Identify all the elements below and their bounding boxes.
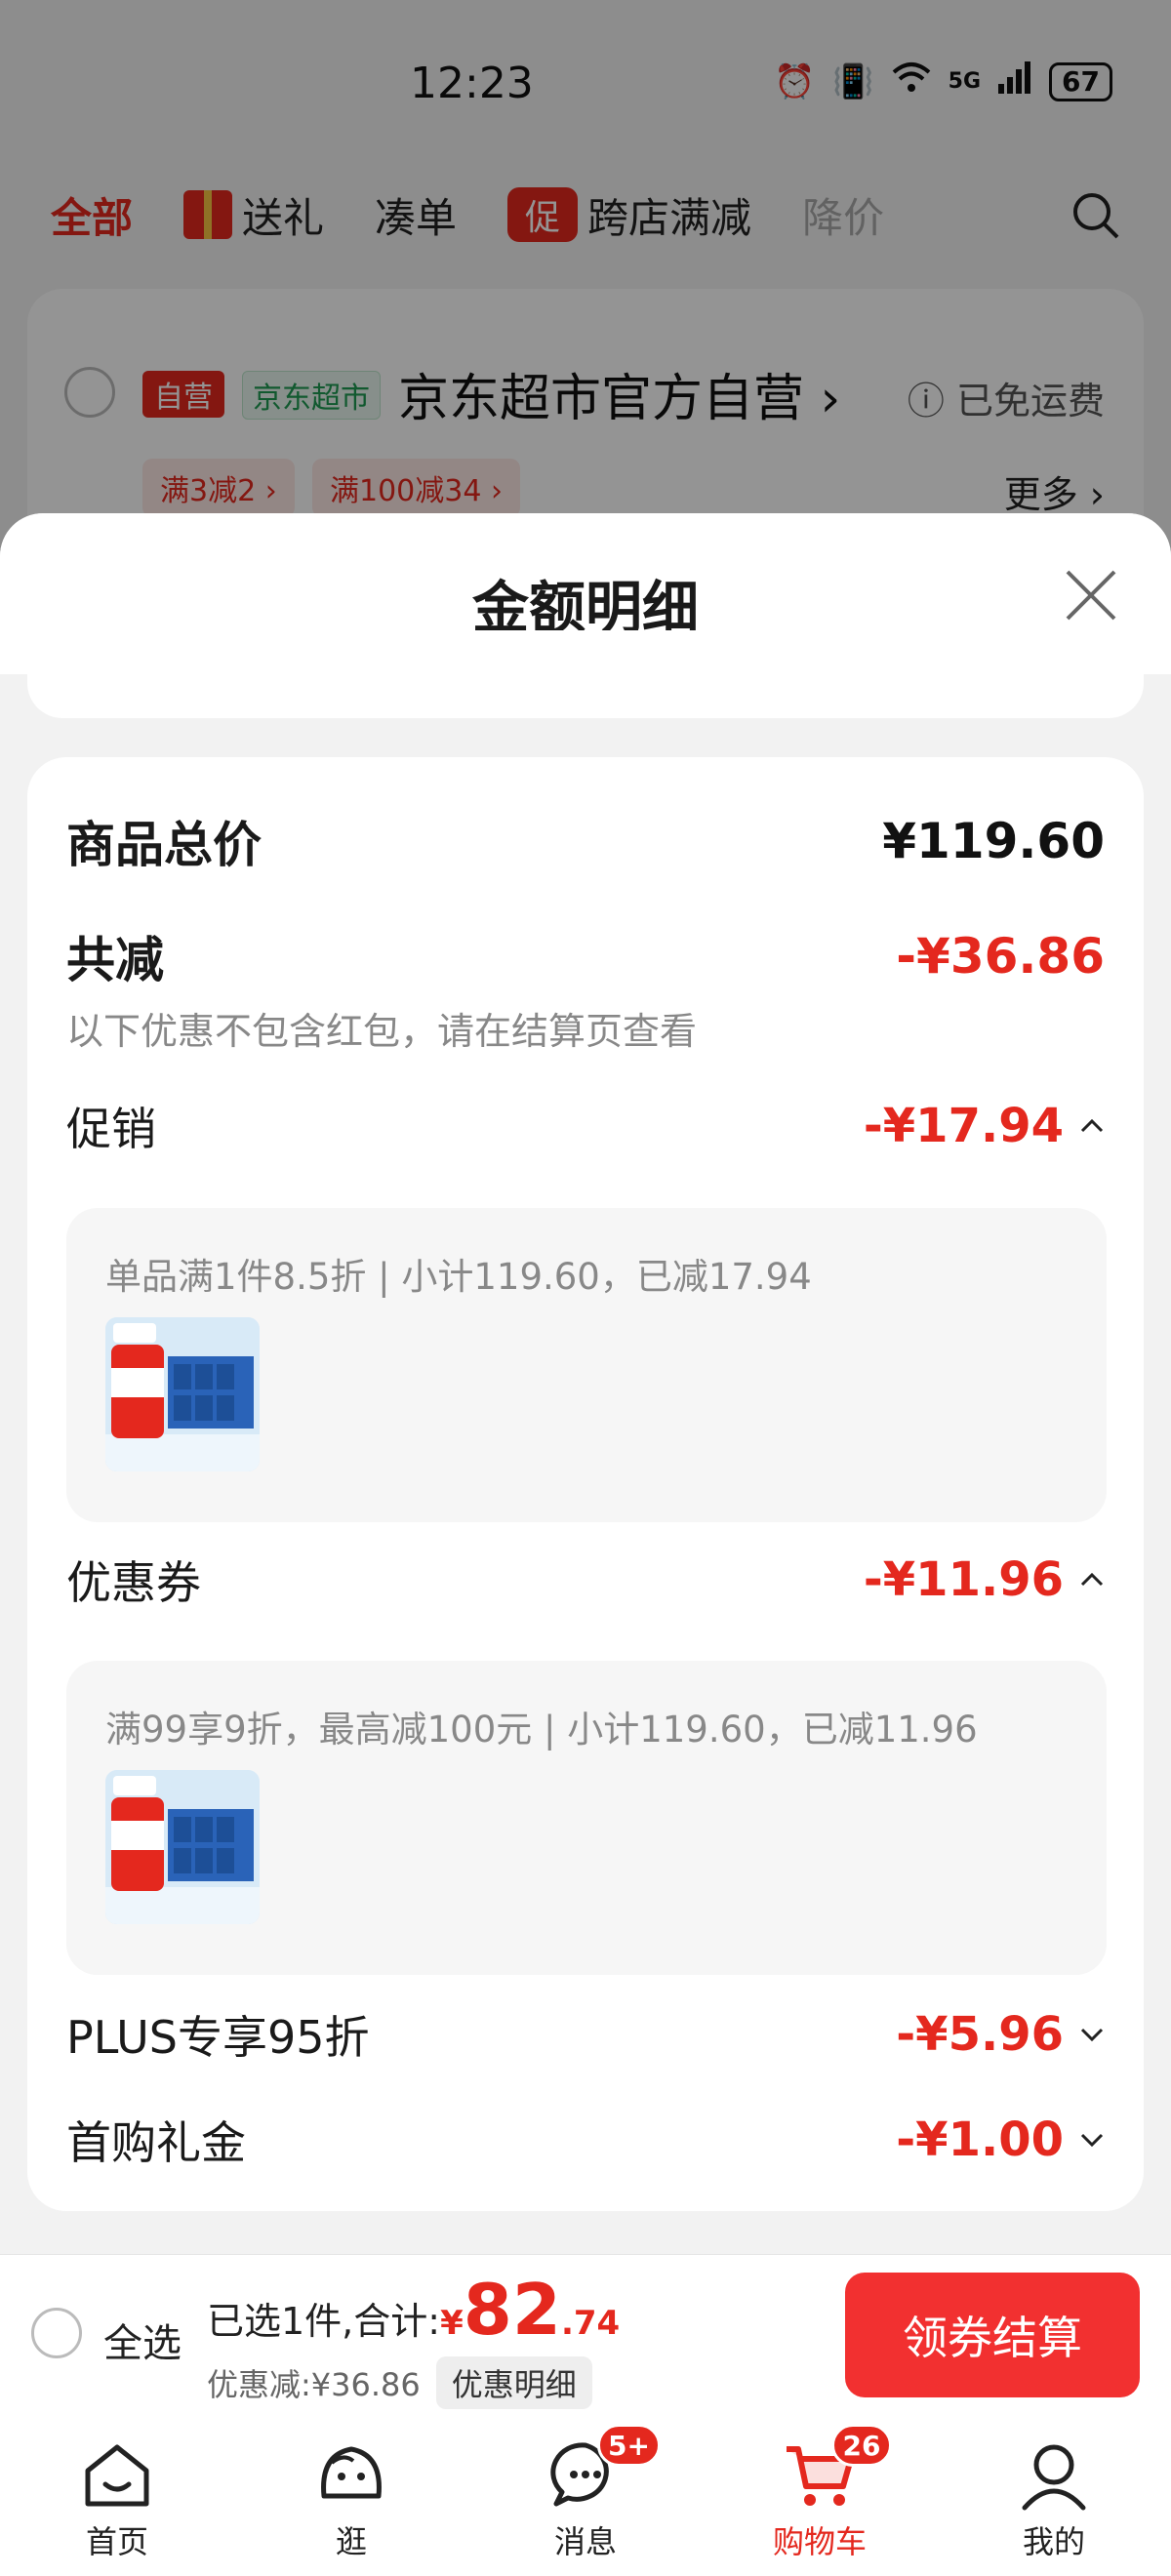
chevron-up-icon bbox=[1080, 1118, 1104, 1133]
select-all-label[interactable]: 全选 bbox=[103, 2312, 182, 2368]
total-price-label: 商品总价 bbox=[66, 817, 262, 873]
select-all-radio[interactable] bbox=[31, 2308, 82, 2358]
total-price-row: 商品总价 ¥119.60 bbox=[66, 806, 1105, 876]
selected-prefix: 已选1件,合计: bbox=[207, 2300, 441, 2343]
coupon-value-group: -¥11.96 bbox=[864, 1552, 1105, 1607]
profile-icon bbox=[1022, 2444, 1086, 2511]
nav-label: 逛 bbox=[335, 2523, 367, 2560]
promo-value-group: -¥17.94 bbox=[864, 1099, 1105, 1153]
discount-amount: 优惠减:¥36.86 bbox=[207, 2366, 421, 2403]
amount-detail-card: 商品总价 ¥119.60 共减 -¥36.86 以下优惠不包含红包，请在结算页查… bbox=[27, 757, 1144, 2211]
first-purchase-value: -¥1.00 bbox=[896, 2113, 1064, 2167]
promo-value: -¥17.94 bbox=[863, 1099, 1064, 1153]
first-purchase-label: 首购礼金 bbox=[66, 2116, 246, 2169]
cart-badge: 26 bbox=[831, 2424, 892, 2467]
promo-detail-text: 单品满1件8.5折 | 小计119.60，已减17.94 bbox=[105, 1256, 812, 1298]
nav-messages[interactable]: 5+ 消息 bbox=[468, 2414, 703, 2576]
price-symbol: ¥ bbox=[440, 2304, 464, 2343]
first-purchase-value-group: -¥1.00 bbox=[896, 2113, 1105, 2167]
nav-label: 消息 bbox=[553, 2523, 617, 2560]
chevron-down-icon bbox=[1080, 2133, 1104, 2148]
coupon-detail-text: 满99享9折，最高减100元 | 小计119.60，已减11.96 bbox=[105, 1709, 978, 1751]
product-thumbnail[interactable] bbox=[105, 1317, 260, 1471]
plus-value-group: -¥5.96 bbox=[896, 2007, 1105, 2062]
selected-total: 已选1件,合计: ¥ 82 .74 bbox=[207, 2274, 620, 2345]
nav-profile[interactable]: 我的 bbox=[937, 2414, 1171, 2576]
bottom-nav: 首页 逛 5+ 消息 26 购物车 我的 bbox=[0, 2414, 1171, 2576]
nav-cart[interactable]: 26 购物车 bbox=[703, 2414, 937, 2576]
discount-detail-button[interactable]: 优惠明细 bbox=[435, 2356, 592, 2409]
coupon-value: -¥11.96 bbox=[863, 1552, 1064, 1607]
coupon-detail-box: 满99享9折，最高减100元 | 小计119.60，已减11.96 bbox=[66, 1661, 1107, 1975]
plus-discount-value: -¥5.96 bbox=[896, 2007, 1064, 2062]
checkout-button[interactable]: 领券结算 bbox=[845, 2273, 1140, 2397]
promo-detail-box: 单品满1件8.5折 | 小计119.60，已减17.94 bbox=[66, 1208, 1107, 1522]
nav-label: 购物车 bbox=[772, 2523, 867, 2560]
promo-row[interactable]: 促销 -¥17.94 bbox=[66, 1094, 1105, 1158]
total-reduce-value: -¥36.86 bbox=[896, 928, 1105, 985]
first-purchase-row[interactable]: 首购礼金 -¥1.00 bbox=[66, 2108, 1105, 2172]
coupon-label: 优惠券 bbox=[66, 1556, 201, 1609]
total-price-value: ¥119.60 bbox=[882, 813, 1105, 869]
red-packet-note: 以下优惠不包含红包，请在结算页查看 bbox=[66, 1010, 698, 1053]
price-decimal: .74 bbox=[560, 2304, 621, 2343]
nav-browse[interactable]: 逛 bbox=[234, 2414, 468, 2576]
close-icon[interactable] bbox=[1062, 566, 1120, 624]
nav-label: 我的 bbox=[1022, 2523, 1085, 2560]
amount-detail-sheet: 金额明细 商品总价 ¥119.60 共减 -¥36.86 以下优惠不包含红包，请… bbox=[0, 513, 1171, 2255]
discount-line: 优惠减:¥36.86 优惠明细 bbox=[207, 2356, 592, 2409]
promo-label: 促销 bbox=[66, 1103, 156, 1155]
coupon-row[interactable]: 优惠券 -¥11.96 bbox=[66, 1548, 1105, 1612]
home-icon bbox=[85, 2444, 149, 2507]
previous-card-edge bbox=[27, 630, 1144, 718]
browse-face-icon bbox=[321, 2446, 382, 2499]
checkout-bar: 全选 已选1件,合计: ¥ 82 .74 优惠减:¥36.86 优惠明细 领券结… bbox=[0, 2254, 1171, 2414]
nav-home[interactable]: 首页 bbox=[0, 2414, 234, 2576]
total-reduce-label: 共减 bbox=[66, 932, 164, 988]
nav-label: 首页 bbox=[85, 2523, 148, 2560]
price-integer: 82 bbox=[463, 2269, 561, 2351]
plus-discount-label: PLUS专享95折 bbox=[66, 2011, 370, 2064]
plus-discount-row[interactable]: PLUS专享95折 -¥5.96 bbox=[66, 2002, 1105, 2067]
chevron-down-icon bbox=[1080, 2028, 1104, 2042]
chevron-up-icon bbox=[1080, 1572, 1104, 1587]
product-thumbnail[interactable] bbox=[105, 1770, 260, 1924]
total-reduce-row: 共减 -¥36.86 bbox=[66, 921, 1105, 991]
message-badge: 5+ bbox=[597, 2424, 661, 2467]
